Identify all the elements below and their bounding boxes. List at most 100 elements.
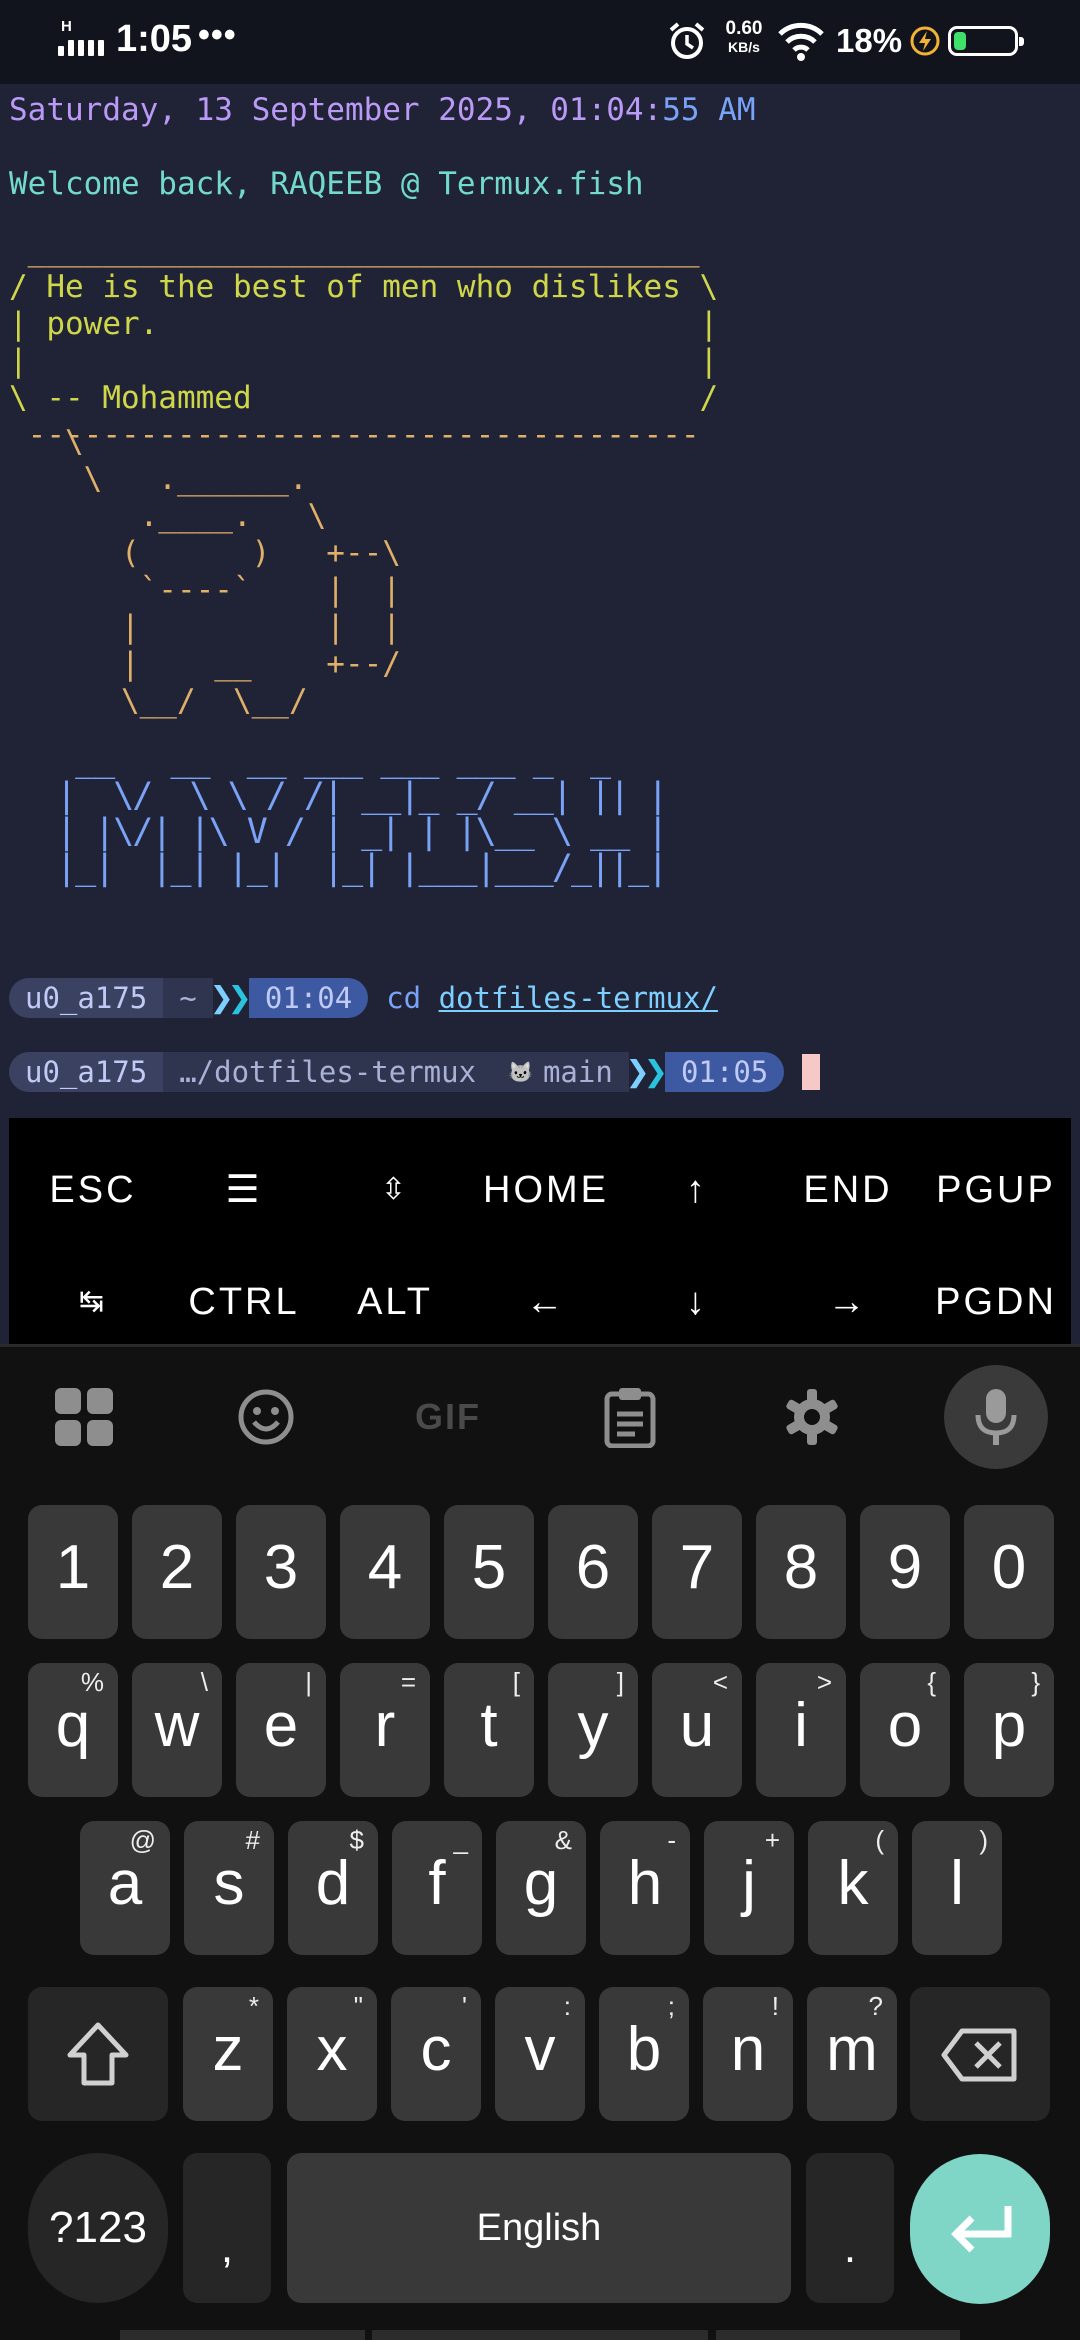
network-speed: 0.60 KB/s <box>725 18 763 55</box>
prompt-line-1: u0_a175 ~ ❯ ❯ 01:04 cd dotfiles-termux/ <box>9 978 718 1018</box>
letter-key-v[interactable]: v: <box>495 1987 585 2121</box>
letter-key-z[interactable]: z * <box>183 1987 273 2121</box>
nav-handle <box>120 2330 365 2340</box>
letter-key-i[interactable]: i > <box>756 1663 846 1797</box>
letter-key-h[interactable]: h- <box>600 1821 690 1955</box>
terminal-cursor[interactable] <box>802 1054 821 1090</box>
network-type-label: H <box>61 18 72 35</box>
alarm-icon <box>669 22 705 59</box>
enter-key[interactable] <box>910 2154 1050 2304</box>
backspace-icon <box>941 2028 1017 2082</box>
prompt-time: 01:04 <box>248 978 369 1018</box>
arrow-down-key[interactable]: ↓ <box>622 1272 772 1332</box>
arrow-right-key[interactable]: → <box>773 1272 923 1332</box>
prompt-directory: ~ <box>163 978 213 1018</box>
gif-icon[interactable]: GIF <box>398 1367 498 1467</box>
letter-key-c[interactable]: c ' <box>391 1987 481 2121</box>
symbols-key[interactable]: ?123 <box>28 2153 168 2303</box>
letter-key-y[interactable]: y] <box>548 1663 638 1797</box>
arrow-left-key[interactable]: ← <box>471 1272 621 1332</box>
end-key[interactable]: END <box>773 1160 923 1220</box>
period-key[interactable]: . <box>806 2153 894 2303</box>
letter-key-e[interactable]: e | <box>236 1663 326 1797</box>
signal-icon: H <box>58 18 106 56</box>
date-line: Saturday, 13 September 2025, 01:04:55 AM <box>9 92 756 128</box>
shift-icon <box>67 2022 129 2086</box>
prompt-user: u0_a175 <box>9 978 164 1018</box>
letter-key-n[interactable]: n! <box>703 1987 793 2121</box>
shift-key[interactable] <box>28 1987 168 2121</box>
scroll-icon[interactable]: ⇳ <box>320 1160 470 1220</box>
comma-key[interactable]: , <box>183 2153 271 2303</box>
letter-key-q[interactable]: q% <box>28 1663 118 1797</box>
drawer-menu-icon[interactable]: ☰ <box>169 1160 319 1220</box>
backspace-key[interactable] <box>910 1987 1050 2121</box>
letter-key-w[interactable]: w \ <box>132 1663 222 1797</box>
nav-handle <box>372 2330 708 2340</box>
extra-keys-bar: ESC ☰ ⇳ HOME ↑ END PGUP ↹ CTRL ALT ← ↓ →… <box>9 1118 1071 1344</box>
number-key-2[interactable]: 2 <box>132 1505 222 1639</box>
number-key-3[interactable]: 3 <box>236 1505 326 1639</box>
number-key-5[interactable]: 5 <box>444 1505 534 1639</box>
number-key-1[interactable]: 1 <box>28 1505 118 1639</box>
letter-key-f[interactable]: f _ <box>392 1821 482 1955</box>
letter-key-u[interactable]: u < <box>652 1663 742 1797</box>
number-key-8[interactable]: 8 <box>756 1505 846 1639</box>
letter-key-a[interactable]: a @ <box>80 1821 170 1955</box>
number-key-6[interactable]: 6 <box>548 1505 638 1639</box>
letter-key-j[interactable]: j + <box>704 1821 794 1955</box>
letter-key-x[interactable]: x " <box>287 1987 377 2121</box>
command-argument: dotfiles-termux/ <box>438 980 718 1015</box>
settings-icon[interactable] <box>762 1367 862 1467</box>
number-key-0[interactable]: 0 <box>964 1505 1054 1639</box>
tab-key[interactable]: ↹ <box>18 1272 168 1332</box>
letter-key-g[interactable]: g & <box>496 1821 586 1955</box>
pgdn-key[interactable]: PGDN <box>921 1272 1071 1332</box>
myfish-banner-art: __ __ __ ___ ___ ___ _ _ | \/ \ \ / /| _… <box>56 740 668 888</box>
esc-key[interactable]: ESC <box>18 1160 168 1220</box>
emoji-icon[interactable] <box>216 1367 316 1467</box>
letter-key-l[interactable]: l) <box>912 1821 1002 1955</box>
clock: 1:05 <box>116 18 193 60</box>
letter-key-b[interactable]: b; <box>599 1987 689 2121</box>
battery-icon <box>948 26 1024 56</box>
command-text: cd dotfiles-termux/ <box>386 980 718 1015</box>
apps-icon[interactable] <box>34 1367 134 1467</box>
alt-key[interactable]: ALT <box>320 1272 470 1332</box>
number-key-9[interactable]: 9 <box>860 1505 950 1639</box>
battery-percent: 18% <box>836 22 903 59</box>
enter-icon <box>951 2206 1012 2253</box>
letter-key-t[interactable]: t[ <box>444 1663 534 1797</box>
status-bar: H 1:05 ••• 0.60 KB/s 18% <box>0 0 1080 84</box>
space-key[interactable]: English <box>287 2153 791 2303</box>
letter-key-d[interactable]: d $ <box>288 1821 378 1955</box>
prompt-line-2[interactable]: u0_a175 …/dotfiles-termux 🐱 main ❯ ❯ 01:05 <box>9 1052 821 1092</box>
number-key-7[interactable]: 7 <box>652 1505 742 1639</box>
ctrl-key[interactable]: CTRL <box>169 1272 319 1332</box>
prompt-time: 01:05 <box>664 1052 785 1092</box>
clipboard-icon[interactable] <box>580 1367 680 1467</box>
home-key[interactable]: HOME <box>471 1160 621 1220</box>
ascii-fish-art: \ \ .______. .____. \ ( ) +--\ `----` | … <box>64 424 401 719</box>
arrow-up-key[interactable]: ↑ <box>622 1160 772 1220</box>
terminal-output[interactable]: Saturday, 13 September 2025, 01:04:55 AM… <box>0 84 1080 1114</box>
nav-handle <box>716 2330 960 2340</box>
letter-key-m[interactable]: m? <box>807 1987 897 2121</box>
pgup-key[interactable]: PGUP <box>921 1160 1071 1220</box>
welcome-message: Welcome back, RAQEEB @ Termux.fish <box>9 166 644 202</box>
more-notifications-icon: ••• <box>198 16 237 54</box>
cowsay-quote-box: ____________________________________ / H… <box>9 232 719 453</box>
letter-key-k[interactable]: k( <box>808 1821 898 1955</box>
letter-key-r[interactable]: r = <box>340 1663 430 1797</box>
mic-icon[interactable] <box>944 1365 1048 1469</box>
charging-bolt-icon <box>910 26 940 56</box>
letter-key-o[interactable]: o{ <box>860 1663 950 1797</box>
letter-key-s[interactable]: s # <box>184 1821 274 1955</box>
letter-key-p[interactable]: p} <box>964 1663 1054 1797</box>
wifi-icon <box>778 22 824 61</box>
number-key-4[interactable]: 4 <box>340 1505 430 1639</box>
prompt-directory: …/dotfiles-termux <box>163 1052 493 1092</box>
git-cat-icon: 🐱 <box>508 1059 533 1084</box>
git-branch: 🐱 main <box>492 1052 629 1092</box>
prompt-user: u0_a175 <box>9 1052 164 1092</box>
